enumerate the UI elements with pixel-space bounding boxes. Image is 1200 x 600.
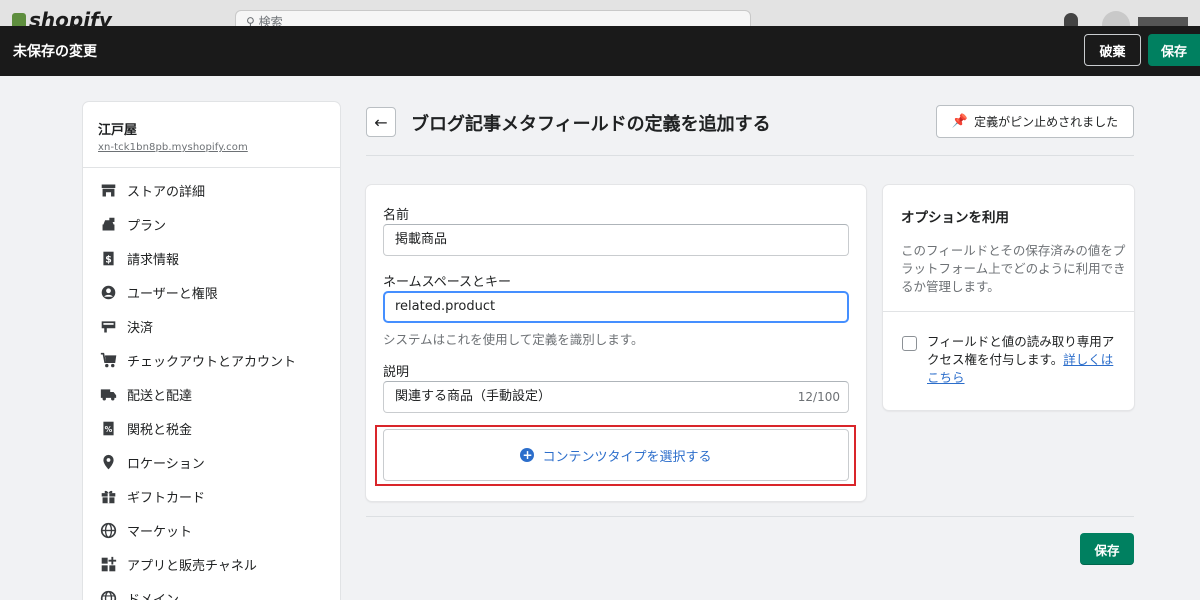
apps-icon	[99, 555, 117, 573]
sidebar-item-label: チェックアウトとアカウント	[127, 354, 297, 370]
store-icon	[99, 181, 117, 199]
sidebar-item-billing[interactable]: $ 請求情報	[83, 241, 340, 275]
sidebar-item-label: 関税と税金	[127, 422, 193, 438]
billing-icon: $	[99, 249, 117, 267]
namespace-label: ネームスペースとキー	[383, 275, 512, 290]
header-divider	[366, 155, 1134, 156]
globe-icon	[99, 521, 117, 539]
gift-icon	[99, 487, 117, 505]
shopify-topbar: shopify ⚲ 検索	[0, 0, 1200, 26]
sidebar-item-users[interactable]: ユーザーと権限	[83, 275, 340, 309]
sidebar-item-payments[interactable]: 決済	[83, 309, 340, 343]
save-button-bottom[interactable]: 保存	[1080, 533, 1134, 565]
arrow-left-icon: ←	[374, 112, 388, 132]
options-divider	[883, 311, 1134, 312]
sidebar-item-domains[interactable]: ドメイン	[83, 581, 340, 600]
description-value: 関連する商品（手動設定）	[395, 389, 552, 404]
sidebar-item-label: プラン	[127, 218, 167, 234]
sidebar-item-label: ストアの詳細	[127, 184, 206, 200]
options-title: オプションを利用	[901, 210, 1009, 226]
plan-icon	[99, 215, 117, 233]
sidebar-item-label: ロケーション	[127, 456, 205, 472]
read-access-label: フィールドと値の読み取り専用アクセス権を付与します。詳しくはこちら	[927, 333, 1122, 387]
location-icon	[99, 453, 117, 471]
sidebar-item-apps[interactable]: アプリと販売チャネル	[83, 547, 340, 581]
namespace-key-field[interactable]: related.product	[383, 291, 849, 323]
settings-sidebar: 江戸屋 xn-tck1bn8pb.myshopify.com ストアの詳細 プラ…	[83, 102, 340, 600]
options-description: このフィールドとその保存済みの値をプラットフォーム上でどのように利用できるか管理…	[901, 243, 1126, 294]
domain-icon	[99, 589, 117, 600]
search-placeholder: 検索	[258, 15, 283, 26]
sidebar-item-plan[interactable]: プラン	[83, 207, 340, 241]
footer-divider	[366, 516, 1134, 517]
tax-icon: %	[99, 419, 117, 437]
cart-icon	[99, 351, 117, 369]
unsaved-changes-title: 未保存の変更	[13, 44, 97, 60]
sidebar-item-checkout[interactable]: チェックアウトとアカウント	[83, 343, 340, 377]
sidebar-item-locations[interactable]: ロケーション	[83, 445, 340, 479]
sidebar-item-label: 配送と配達	[127, 388, 193, 404]
avatar[interactable]	[1102, 11, 1130, 26]
description-field[interactable]: 関連する商品（手動設定） 12/100	[383, 381, 849, 413]
page-title: ブログ記事メタフィールドの定義を追加する	[411, 114, 771, 135]
sidebar-item-shipping[interactable]: 配送と配達	[83, 377, 340, 411]
annotation-highlight-box	[375, 425, 856, 486]
sidebar-item-gift-cards[interactable]: ギフトカード	[83, 479, 340, 513]
sidebar-item-label: 請求情報	[127, 252, 180, 268]
shopify-bag-icon	[12, 13, 26, 26]
read-access-checkbox[interactable]	[902, 336, 917, 351]
svg-text:%: %	[104, 424, 112, 433]
user-icon	[99, 283, 117, 301]
sidebar-item-taxes[interactable]: % 関税と税金	[83, 411, 340, 445]
payment-icon	[99, 317, 117, 335]
shopify-logo: shopify	[12, 8, 112, 26]
options-card: オプションを利用 このフィールドとその保存済みの値をプラットフォーム上でどのよう…	[883, 185, 1134, 410]
search-icon: ⚲	[246, 15, 259, 26]
sidebar-item-store-details[interactable]: ストアの詳細	[83, 173, 340, 207]
back-button[interactable]: ←	[366, 107, 396, 137]
sidebar-item-markets[interactable]: マーケット	[83, 513, 340, 547]
unsaved-changes-bar: 未保存の変更 破棄 保存	[0, 26, 1200, 76]
sidebar-item-label: マーケット	[127, 524, 193, 540]
pin-button-label: 定義がピン止めされました	[974, 115, 1119, 129]
sidebar-item-label: アプリと販売チャネル	[127, 558, 257, 574]
account-name-redacted	[1138, 17, 1188, 26]
global-search-input[interactable]: ⚲ 検索	[235, 10, 751, 26]
svg-text:$: $	[105, 254, 112, 265]
settings-nav: ストアの詳細 プラン $ 請求情報 ユーザーと権限 決済 チェックアウトとアカウ…	[83, 168, 340, 600]
truck-icon	[99, 385, 117, 403]
store-url-link[interactable]: xn-tck1bn8pb.myshopify.com	[98, 142, 325, 153]
bell-icon[interactable]	[1064, 13, 1078, 26]
namespace-help-text: システムはこれを使用して定義を識別します。	[383, 332, 644, 347]
save-button-top[interactable]: 保存	[1148, 34, 1200, 66]
sidebar-item-label: 決済	[127, 320, 154, 336]
discard-button[interactable]: 破棄	[1084, 34, 1141, 66]
name-label: 名前	[383, 208, 410, 223]
store-name: 江戸屋	[98, 123, 138, 138]
store-info: 江戸屋 xn-tck1bn8pb.myshopify.com	[83, 102, 340, 168]
sidebar-item-label: ユーザーと権限	[127, 286, 218, 302]
sidebar-item-label: ドメイン	[127, 592, 180, 600]
character-counter: 12/100	[797, 390, 840, 404]
pin-definition-button[interactable]: 📌 定義がピン止めされました	[936, 105, 1134, 138]
sidebar-item-label: ギフトカード	[127, 490, 206, 506]
shopify-logo-text: shopify	[29, 8, 112, 26]
name-field[interactable]: 掲載商品	[383, 224, 849, 256]
description-label: 説明	[383, 365, 410, 380]
pin-icon: 📌	[951, 114, 969, 129]
